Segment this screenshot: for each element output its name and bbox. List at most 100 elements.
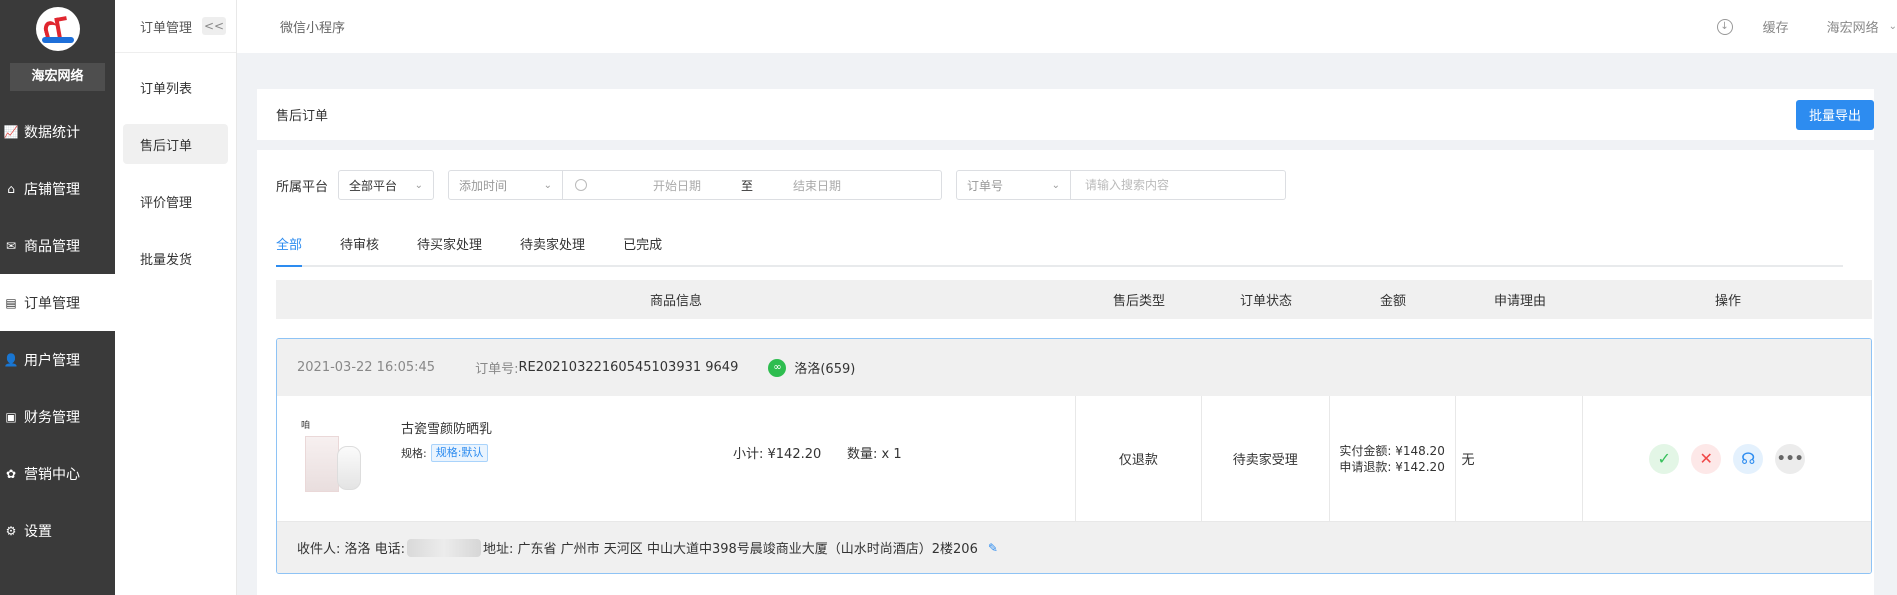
actions-cell: ✓ ✕ ☊ ••• — [1583, 396, 1871, 521]
sidebar-item-marketing[interactable]: ✿ 营销中心 — [0, 445, 115, 502]
sidebar-item-label: 营销中心 — [24, 466, 80, 483]
download-icon[interactable]: ↓ — [1716, 18, 1733, 35]
sidebar-item-orders[interactable]: ▤ 订单管理 — [0, 274, 115, 331]
quantity: 数量: x 1 — [847, 447, 902, 462]
tab-all[interactable]: 全部 — [276, 234, 303, 267]
collapse-button[interactable]: << — [202, 17, 227, 35]
brand-logo — [35, 7, 80, 51]
clock-icon — [575, 179, 588, 191]
order-no-label: 订单号: — [475, 362, 519, 377]
sidebar-item-label: 数据统计 — [24, 124, 80, 141]
marketing-icon: ✿ — [5, 466, 17, 481]
sidebar-item-goods[interactable]: ✉ 商品管理 — [0, 217, 115, 274]
chevron-down-icon: ⌄ — [414, 179, 424, 191]
column-reason: 申请理由 — [1493, 294, 1546, 309]
tab-completed[interactable]: 已完成 — [623, 234, 662, 265]
subnav-item-order-list[interactable]: 订单列表 — [123, 67, 228, 107]
more-actions-button[interactable]: ••• — [1775, 443, 1806, 474]
time-type-value: 添加时间 — [459, 178, 508, 193]
top-bar: 微信小程序 ↓ 缓存 海宏网络 ⌄ — [237, 0, 1897, 53]
column-after-sale-type: 售后类型 — [1112, 294, 1165, 309]
customer-service-button[interactable]: ☊ — [1733, 443, 1764, 474]
chevron-down-icon: ⌄ — [543, 179, 553, 191]
main-card: 所属平台 全部平台 ⌄ 添加时间 ⌄ 开始日期 至 结束日期 订单号 ⌄ 全部 … — [257, 150, 1874, 595]
column-product-info: 商品信息 — [649, 294, 702, 309]
wechat-link-icon: ∞ — [768, 358, 787, 377]
search-input[interactable] — [1071, 170, 1287, 200]
user-menu[interactable]: 海宏网络 — [1827, 17, 1879, 36]
chevron-down-icon: ⌄ — [1888, 21, 1897, 32]
column-order-status: 订单状态 — [1239, 294, 1292, 309]
platform-select-value: 全部平台 — [349, 178, 398, 193]
order-status: 待卖家受理 — [1202, 396, 1330, 521]
start-date-input[interactable]: 开始日期 — [622, 177, 732, 194]
product-spec: 规格: 规格:默认 — [401, 444, 489, 462]
phone-redacted — [407, 538, 482, 557]
page-title: 售后订单 — [276, 109, 329, 124]
subnav-title: 订单管理 — [140, 20, 193, 36]
sidebar-item-label: 商品管理 — [24, 238, 80, 255]
user-icon: 👤 — [3, 352, 19, 367]
finance-icon: ▣ — [5, 409, 17, 424]
time-type-select[interactable]: 添加时间 ⌄ — [448, 170, 564, 200]
paid-amount: 实付金额: ¥148.20 — [1339, 443, 1445, 458]
subnav-item-after-sale[interactable]: 售后订单 — [123, 124, 228, 164]
settings-icon: ⚙ — [5, 523, 17, 538]
tab-pending-review[interactable]: 待审核 — [340, 234, 379, 265]
spec-tag: 规格:默认 — [430, 444, 489, 462]
order-header: 2021-03-22 16:05:45 订单号: RE2021032216054… — [277, 339, 1871, 396]
brand-name: 海宏网络 — [10, 63, 105, 91]
shipping-address: 地址: 广东省 广州市 天河区 中山大道中398号晨竣商业大厦（山水时尚酒店）2… — [483, 542, 978, 557]
breadcrumb[interactable]: 微信小程序 — [280, 17, 345, 36]
product-info-cell: 咱 古瓷雪颜防晒乳 规格: 规格:默认 小计: ¥142.20 数量: x 1 — [277, 396, 1076, 521]
amount-cell: 实付金额: ¥148.20 申请退款: ¥142.20 — [1330, 396, 1456, 521]
order-card: 2021-03-22 16:05:45 订单号: RE2021032216054… — [276, 338, 1872, 574]
approve-button[interactable]: ✓ — [1649, 443, 1680, 474]
tab-pending-buyer[interactable]: 待买家处理 — [417, 234, 482, 265]
column-amount: 金额 — [1379, 294, 1406, 309]
search-type-select[interactable]: 订单号 ⌄ — [956, 170, 1072, 200]
edit-icon[interactable]: ✎ — [988, 541, 998, 555]
tab-pending-seller[interactable]: 待卖家处理 — [520, 234, 585, 265]
sidebar-item-settings[interactable]: ⚙ 设置 — [0, 502, 115, 559]
subnav-header: 订单管理 << — [115, 0, 236, 53]
date-separator: 至 — [741, 178, 754, 193]
reject-button[interactable]: ✕ — [1691, 443, 1722, 474]
sub-sidebar: 订单管理 << 订单列表 售后订单 评价管理 批量发货 — [115, 0, 237, 595]
order-icon: ▤ — [5, 295, 17, 310]
chevron-down-icon: ⌄ — [1051, 179, 1061, 191]
order-number: RE20210322160545103931 9649 — [518, 360, 739, 375]
batch-export-button[interactable]: 批量导出 — [1796, 99, 1874, 130]
sidebar-item-label: 用户管理 — [24, 352, 80, 369]
sidebar-item-finance[interactable]: ▣ 财务管理 — [0, 388, 115, 445]
date-range-picker[interactable]: 开始日期 至 结束日期 — [563, 170, 943, 200]
table-header: 商品信息 售后类型 订单状态 金额 申请理由 操作 — [276, 280, 1872, 319]
sidebar-item-label: 订单管理 — [24, 295, 80, 312]
sidebar-item-label: 财务管理 — [24, 409, 80, 426]
product-name[interactable]: 古瓷雪颜防晒乳 — [401, 418, 492, 437]
sidebar-item-users[interactable]: 👤 用户管理 — [0, 331, 115, 388]
status-tabs: 全部 待审核 待买家处理 待卖家处理 已完成 — [276, 234, 1843, 267]
goods-icon: ✉ — [5, 238, 17, 253]
buyer-name[interactable]: 洛洛(659) — [794, 358, 855, 377]
receiver-info: 收件人: 洛洛 电话: — [297, 542, 406, 557]
product-thumbnail[interactable]: 咱 — [299, 416, 371, 496]
end-date-input[interactable]: 结束日期 — [762, 177, 872, 194]
subnav-item-reviews[interactable]: 评价管理 — [123, 181, 228, 221]
platform-select[interactable]: 全部平台 ⌄ — [338, 170, 435, 200]
sidebar-item-store[interactable]: ⌂ 店铺管理 — [0, 160, 115, 217]
after-sale-type: 仅退款 — [1076, 396, 1202, 521]
subnav-item-batch-ship[interactable]: 批量发货 — [123, 238, 228, 278]
sidebar-item-stats[interactable]: 📈 数据统计 — [0, 103, 115, 160]
page-header: 售后订单 批量导出 — [257, 89, 1874, 140]
store-icon: ⌂ — [7, 181, 15, 196]
search-type-value: 订单号 — [967, 178, 1004, 193]
thumbnail-brand-mark: 咱 — [301, 421, 311, 431]
spec-label: 规格: — [401, 447, 427, 460]
cache-button[interactable]: 缓存 — [1763, 17, 1789, 36]
subtotal: 小计: ¥142.20 — [733, 447, 822, 462]
chart-icon: 📈 — [3, 124, 19, 139]
refund-amount: 申请退款: ¥142.20 — [1339, 459, 1445, 474]
main-sidebar: 海宏网络 📈 数据统计 ⌂ 店铺管理 ✉ 商品管理 ▤ 订单管理 👤 用户管理 … — [0, 0, 115, 595]
sidebar-item-label: 店铺管理 — [24, 181, 80, 198]
